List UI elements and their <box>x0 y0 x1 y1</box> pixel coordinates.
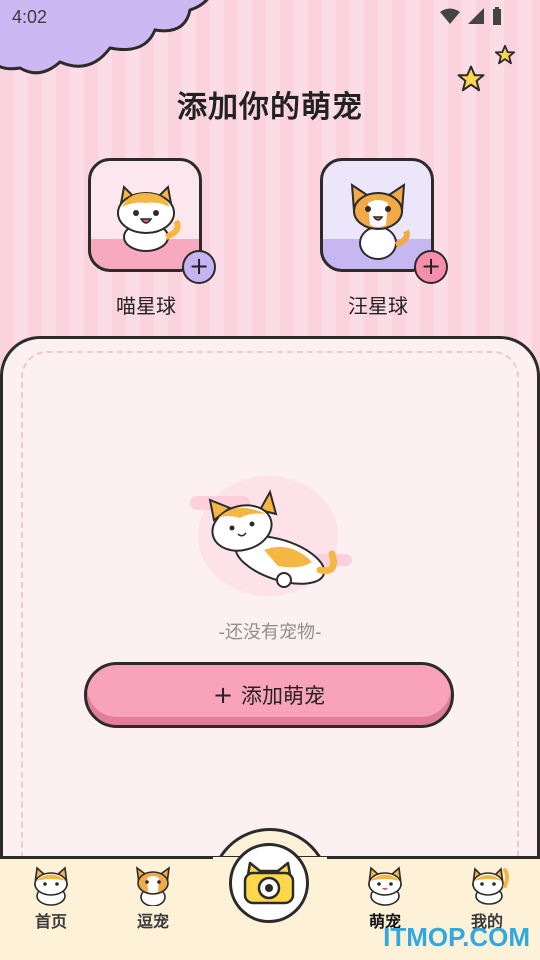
status-time: 4:02 <box>12 7 48 27</box>
add-cat-button[interactable]: + <box>182 250 216 284</box>
add-pet-button-label: 添加萌宠 <box>241 684 326 708</box>
cat-camera-icon <box>243 861 295 905</box>
status-icons <box>440 7 502 25</box>
pet-type-dog[interactable]: + <box>320 158 448 284</box>
tab-play[interactable]: 逗宠 <box>108 866 198 932</box>
play-dog-icon <box>135 866 171 906</box>
status-bar: 4:02 <box>0 0 540 36</box>
pet-type-label-dog: 汪星球 <box>348 294 408 318</box>
pets-cat-icon <box>367 866 403 906</box>
cat-illustration <box>117 184 181 252</box>
empty-state-text: -还没有宠物- <box>218 622 322 643</box>
watermark: ITMOP.COM <box>383 922 530 952</box>
home-cat-icon <box>33 866 69 906</box>
pet-type-label-cat: 喵星球 <box>116 294 176 318</box>
dog-illustration <box>350 183 410 260</box>
tab-play-label: 逗宠 <box>136 912 169 931</box>
add-dog-button[interactable]: + <box>414 250 448 284</box>
tab-home[interactable]: 首页 <box>6 866 96 932</box>
mine-cat-icon <box>471 867 509 905</box>
camera-button[interactable] <box>229 843 309 923</box>
signal-icon <box>468 8 484 24</box>
plus-icon: + <box>212 681 234 709</box>
star-icon <box>494 44 516 65</box>
empty-cat-illustration <box>190 476 352 596</box>
pet-list-panel <box>0 336 540 896</box>
tab-home-label: 首页 <box>34 912 67 931</box>
add-pet-button[interactable]: + 添加萌宠 <box>84 662 454 728</box>
page-title: 添加你的萌宠 <box>177 90 363 125</box>
wifi-icon <box>440 8 460 24</box>
battery-icon <box>493 7 501 25</box>
dog-card[interactable] <box>320 158 434 272</box>
cat-card[interactable] <box>88 158 202 272</box>
pet-type-cat[interactable]: + <box>88 158 216 284</box>
